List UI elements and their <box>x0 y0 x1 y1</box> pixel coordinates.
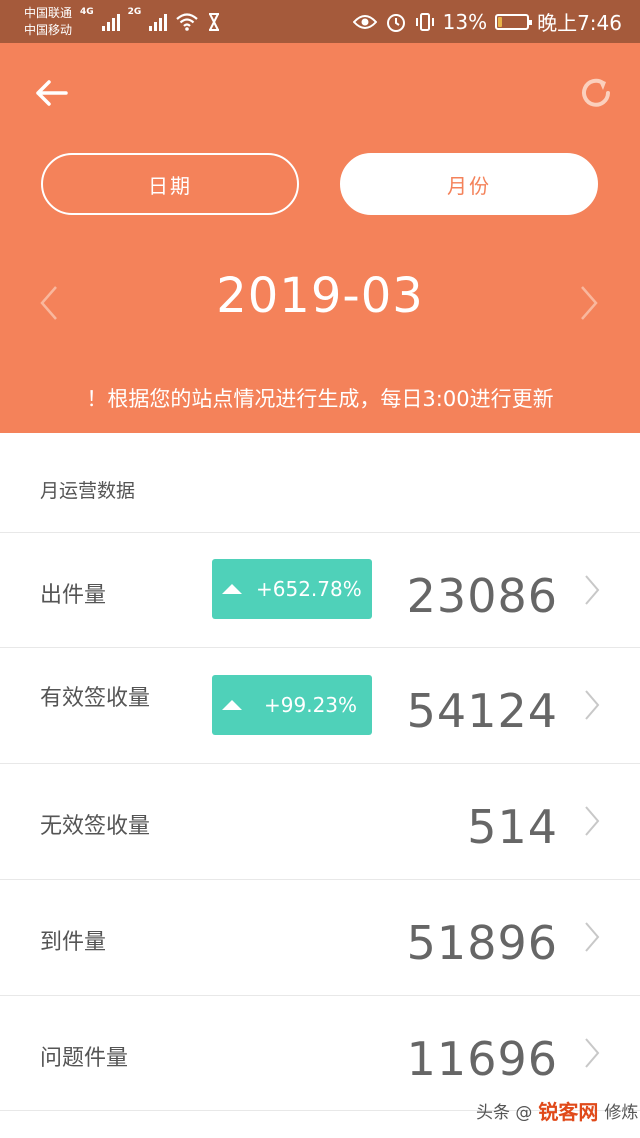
update-notice: ！根据您的站点情况进行生成，每日3:00进行更新 <box>86 387 554 411</box>
triangle-up-icon <box>222 700 242 710</box>
metric-value: 11696 <box>406 1032 558 1086</box>
change-value: +99.23% <box>264 693 358 717</box>
metric-row-valid-signed[interactable]: 有效签收量 +99.23% 54124 <box>0 648 640 763</box>
metric-row-problem[interactable]: 问题件量 11696 <box>0 996 640 1111</box>
carrier-names: 中国联通 中国移动 <box>24 5 72 39</box>
metric-value: 51896 <box>406 916 558 970</box>
battery-icon <box>495 13 533 30</box>
chevron-right-icon <box>585 922 600 952</box>
change-badge: +99.23% <box>212 675 372 735</box>
metric-label: 无效签收量 <box>40 814 151 839</box>
metric-value: 54124 <box>406 684 558 738</box>
network-type-2: 2G <box>127 6 142 17</box>
alarm-icon <box>386 13 405 32</box>
watermark-suffix: 修炼 <box>604 1103 639 1123</box>
header: 日期 月份 2019-03 ！根据您的站点情况进行生成，每日3:00进行更新 <box>0 43 640 433</box>
metric-value: 514 <box>467 800 558 854</box>
battery-fill <box>498 16 502 27</box>
tab-month[interactable]: 月份 <box>340 153 598 215</box>
metric-label: 出件量 <box>40 583 107 608</box>
section-title: 月运营数据 <box>40 480 136 502</box>
arrow-left-icon[interactable] <box>32 73 72 113</box>
change-value: +652.78% <box>256 577 362 601</box>
metric-row-arrived[interactable]: 到件量 51896 <box>0 880 640 995</box>
refresh-icon[interactable] <box>574 71 618 115</box>
chevron-right-icon <box>585 1038 600 1068</box>
watermark-logo: 锐客网 <box>538 1100 599 1124</box>
wifi-icon <box>176 12 199 31</box>
metric-row-invalid-signed[interactable]: 无效签收量 514 <box>0 764 640 879</box>
metric-label: 到件量 <box>40 930 107 955</box>
eye-icon <box>352 14 377 29</box>
metric-value: 23086 <box>406 569 558 623</box>
metric-row-outgoing[interactable]: 出件量 +652.78% 23086 <box>0 533 640 648</box>
status-bar: 中国联通 中国移动 4G 2G 13% 晚上7:46 <box>0 0 640 43</box>
network-type-1: 4G <box>80 6 94 17</box>
chevron-right-icon <box>585 690 600 720</box>
signal-icon <box>101 13 120 31</box>
app-screen: 中国联通 中国移动 4G 2G 13% 晚上7:46 日期 月份 2019-03… <box>0 0 640 1138</box>
carrier-1: 中国联通 <box>24 5 73 20</box>
chevron-right-icon <box>585 806 600 836</box>
vibrate-icon <box>415 12 434 31</box>
status-right: 13% 晚上7:46 <box>352 7 622 36</box>
metric-label: 问题件量 <box>40 1046 129 1071</box>
watermark-text: 头条 @ <box>476 1103 533 1123</box>
battery-percent: 13% <box>442 9 488 34</box>
chevron-right-icon[interactable] <box>576 283 602 323</box>
tab-date[interactable]: 日期 <box>41 153 299 215</box>
triangle-up-icon <box>222 584 242 594</box>
clock-time: 晚上7:46 <box>537 11 622 35</box>
period-label: 2019-03 <box>216 268 424 324</box>
signal-icon-2 <box>149 13 168 31</box>
hourglass-icon <box>209 12 220 31</box>
status-left: 中国联通 中国移动 4G 2G <box>24 5 221 39</box>
chevron-right-icon <box>585 575 600 605</box>
change-badge: +652.78% <box>212 559 372 619</box>
metric-label: 有效签收量 <box>40 686 151 711</box>
watermark: 头条 @ 锐客网 修炼 <box>476 1096 638 1125</box>
carrier-2: 中国移动 <box>24 22 73 37</box>
